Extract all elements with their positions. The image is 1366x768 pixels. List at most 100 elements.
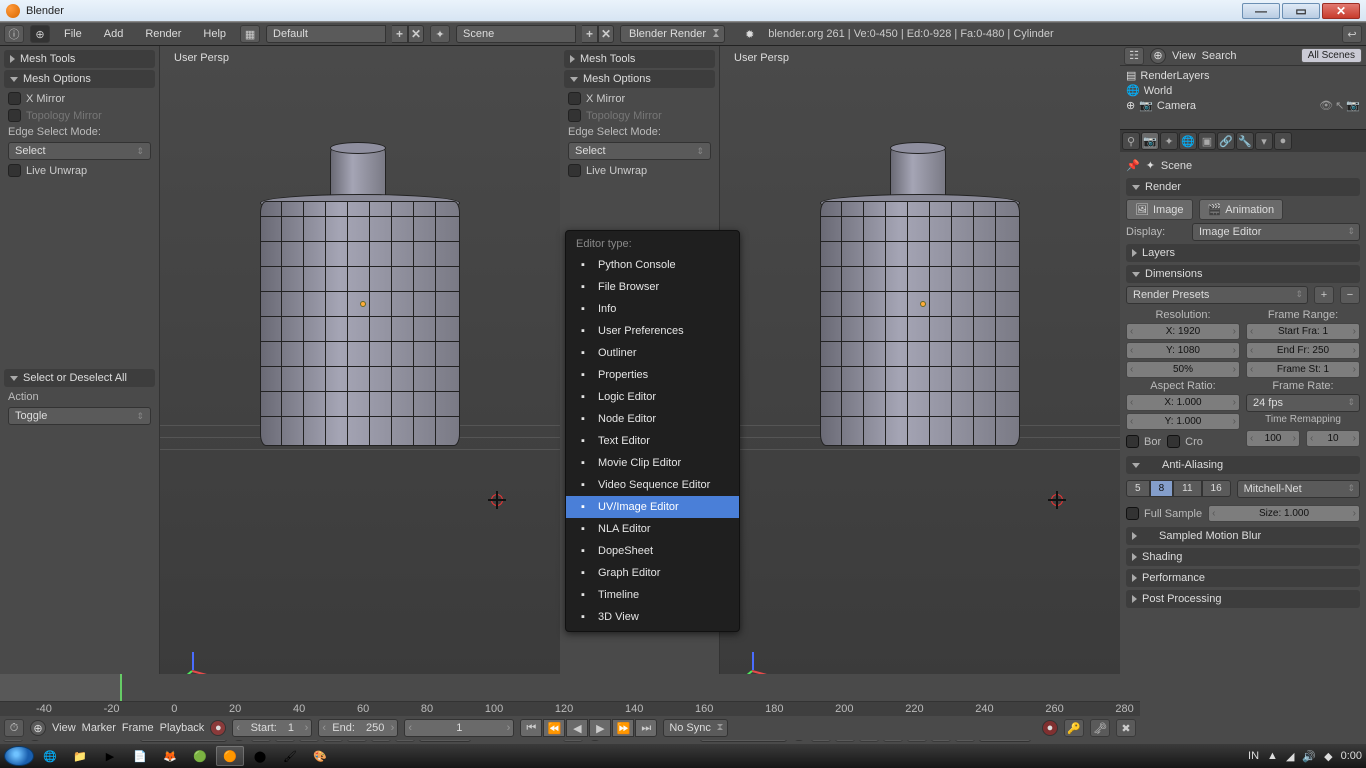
outliner-search[interactable]: Search bbox=[1202, 50, 1237, 62]
aa-16-button[interactable]: 16 bbox=[1202, 480, 1231, 497]
timeline-editor-icon[interactable]: ⏱ bbox=[4, 719, 24, 737]
outliner-item-camera[interactable]: ⊕📷Camera 👁↖📷 bbox=[1124, 98, 1362, 113]
tab-modifiers-icon[interactable]: 🔧 bbox=[1236, 132, 1254, 150]
render-section-header[interactable]: Render bbox=[1126, 178, 1360, 196]
motion-blur-checkbox-icon[interactable] bbox=[1142, 530, 1154, 542]
layout-field[interactable]: Default bbox=[266, 25, 386, 43]
keying-set-icon[interactable]: 🔑 bbox=[1064, 719, 1084, 737]
menu-render[interactable]: Render bbox=[137, 28, 189, 40]
task-app1-icon[interactable]: 📄 bbox=[126, 746, 154, 766]
tray-network-icon[interactable]: ◢ bbox=[1286, 750, 1294, 763]
pin-icon[interactable]: 📌 bbox=[1126, 159, 1140, 172]
start-button[interactable] bbox=[4, 746, 34, 766]
edge-select-dropdown[interactable]: Select bbox=[8, 142, 151, 160]
outliner-view[interactable]: View bbox=[1172, 50, 1196, 62]
tl-playback[interactable]: Playback bbox=[160, 722, 205, 734]
tab-object-icon[interactable]: ▣ bbox=[1198, 132, 1216, 150]
menu-file[interactable]: File bbox=[56, 28, 90, 40]
shading-header[interactable]: Shading bbox=[1126, 548, 1360, 566]
tab-world-icon[interactable]: 🌐 bbox=[1179, 132, 1197, 150]
lang-indicator[interactable]: IN bbox=[1248, 750, 1259, 762]
editor-type-item[interactable]: ▪Movie Clip Editor bbox=[566, 452, 739, 474]
operator-redo-header[interactable]: Select or Deselect All bbox=[4, 369, 155, 387]
outliner-item-world[interactable]: 🌐World bbox=[1124, 83, 1362, 98]
start-frame-field-tl[interactable]: Start: 1 bbox=[232, 719, 312, 737]
remap-new-field[interactable]: 10 bbox=[1306, 430, 1360, 447]
mesh-options-header-r[interactable]: Mesh Options bbox=[564, 70, 715, 88]
tray-dropbox-icon[interactable]: ◆ bbox=[1324, 750, 1332, 763]
jump-start-button[interactable]: ⏮ bbox=[520, 719, 542, 737]
task-explorer-icon[interactable]: 📁 bbox=[66, 746, 94, 766]
play-button[interactable]: ▶ bbox=[589, 719, 611, 737]
res-pct-field[interactable]: 50% bbox=[1126, 361, 1240, 378]
remap-old-field[interactable]: 100 bbox=[1246, 430, 1300, 447]
key-delete-icon[interactable]: ✖ bbox=[1116, 719, 1136, 737]
scene-add-button[interactable]: + bbox=[582, 25, 598, 43]
checkbox-icon[interactable] bbox=[568, 164, 581, 177]
task-media-icon[interactable]: ▶ bbox=[96, 746, 124, 766]
mesh-cylinder[interactable] bbox=[250, 136, 470, 466]
cursor-icon[interactable]: ↖ bbox=[1335, 99, 1344, 112]
checkbox-icon[interactable] bbox=[8, 92, 21, 105]
layout-del-button[interactable]: ✕ bbox=[408, 25, 424, 43]
tray-volume-icon[interactable]: 🔊 bbox=[1302, 750, 1316, 763]
preset-del-button[interactable]: − bbox=[1340, 286, 1360, 304]
aa-checkbox-icon[interactable] bbox=[1145, 459, 1157, 471]
expand-icon[interactable]: ⊕ bbox=[30, 25, 50, 43]
editor-type-item[interactable]: ▪3D View bbox=[566, 606, 739, 628]
tab-data-icon[interactable]: ▾ bbox=[1255, 132, 1273, 150]
editor-type-item[interactable]: ▪Outliner bbox=[566, 342, 739, 364]
task-blender-icon[interactable]: 🟠 bbox=[216, 746, 244, 766]
render-animation-button[interactable]: 🎬Animation bbox=[1199, 199, 1284, 220]
render-vis-icon[interactable]: 📷 bbox=[1346, 99, 1360, 112]
key-insert-icon[interactable]: 🗝 bbox=[1090, 719, 1110, 737]
editor-type-item[interactable]: ▪DopeSheet bbox=[566, 540, 739, 562]
render-presets-dropdown[interactable]: Render Presets bbox=[1126, 286, 1308, 304]
menu-add[interactable]: Add bbox=[96, 28, 132, 40]
editor-type-item[interactable]: ▪Text Editor bbox=[566, 430, 739, 452]
tray-clock[interactable]: 0:00 bbox=[1341, 750, 1362, 762]
full-sample-checkbox[interactable]: Full Sample bbox=[1126, 507, 1202, 520]
render-image-button[interactable]: 🖼Image bbox=[1126, 199, 1193, 220]
border-checkbox[interactable]: Bor bbox=[1126, 435, 1161, 448]
editor-type-item[interactable]: ▪Properties bbox=[566, 364, 739, 386]
outliner-expand-icon[interactable]: ⊕ bbox=[1150, 48, 1166, 64]
mesh-tools-header-r[interactable]: Mesh Tools bbox=[564, 50, 715, 68]
tab-pin-icon[interactable]: ⚲ bbox=[1122, 132, 1140, 150]
task-app2-icon[interactable]: 🦊 bbox=[156, 746, 184, 766]
layers-section-header[interactable]: Layers bbox=[1126, 244, 1360, 262]
postprocessing-header[interactable]: Post Processing bbox=[1126, 590, 1360, 608]
outliner-item-renderlayers[interactable]: ▤RenderLayers bbox=[1124, 68, 1362, 83]
maximize-button[interactable]: ▭ bbox=[1282, 3, 1320, 19]
mesh-options-header[interactable]: Mesh Options bbox=[4, 70, 155, 88]
live-unwrap-row-r[interactable]: Live Unwrap bbox=[564, 162, 715, 179]
editor-type-item[interactable]: ▪Graph Editor bbox=[566, 562, 739, 584]
tl-view[interactable]: View bbox=[52, 722, 76, 734]
display-dropdown[interactable]: Image Editor bbox=[1192, 223, 1360, 241]
task-app3-icon[interactable]: 🟢 bbox=[186, 746, 214, 766]
dimensions-section-header[interactable]: Dimensions bbox=[1126, 265, 1360, 283]
fps-dropdown[interactable]: 24 fps bbox=[1246, 394, 1360, 412]
editor-type-item[interactable]: ▪Timeline bbox=[566, 584, 739, 606]
aa-section-header[interactable]: Anti-Aliasing bbox=[1126, 456, 1360, 474]
performance-header[interactable]: Performance bbox=[1126, 569, 1360, 587]
next-key-button[interactable]: ⏩ bbox=[612, 719, 634, 737]
editor-type-item[interactable]: ▪Logic Editor bbox=[566, 386, 739, 408]
aspect-y-field[interactable]: Y: 1.000 bbox=[1126, 413, 1240, 430]
scene-icon[interactable]: ✦ bbox=[430, 25, 450, 43]
res-x-field[interactable]: X: 1920 bbox=[1126, 323, 1240, 340]
sync-dropdown[interactable]: No Sync bbox=[663, 719, 728, 737]
live-unwrap-row[interactable]: Live Unwrap bbox=[4, 162, 155, 179]
task-ie-icon[interactable]: 🌐 bbox=[36, 746, 64, 766]
checkbox-icon[interactable] bbox=[8, 164, 21, 177]
current-frame-field[interactable]: 1 bbox=[404, 719, 514, 737]
start-frame-field[interactable]: Start Fra: 1 bbox=[1246, 323, 1360, 340]
editor-type-item[interactable]: ▪NLA Editor bbox=[566, 518, 739, 540]
editor-type-item[interactable]: ▪UV/Image Editor bbox=[566, 496, 739, 518]
end-frame-field[interactable]: End Fr: 250 bbox=[1246, 342, 1360, 359]
back-to-prev-icon[interactable]: ↩ bbox=[1342, 25, 1362, 43]
scene-field[interactable]: Scene bbox=[456, 25, 576, 43]
outliner-filter-button[interactable]: All Scenes bbox=[1301, 48, 1362, 63]
editor-type-item[interactable]: ▪File Browser bbox=[566, 276, 739, 298]
autokey-icon[interactable]: ● bbox=[1042, 720, 1058, 736]
